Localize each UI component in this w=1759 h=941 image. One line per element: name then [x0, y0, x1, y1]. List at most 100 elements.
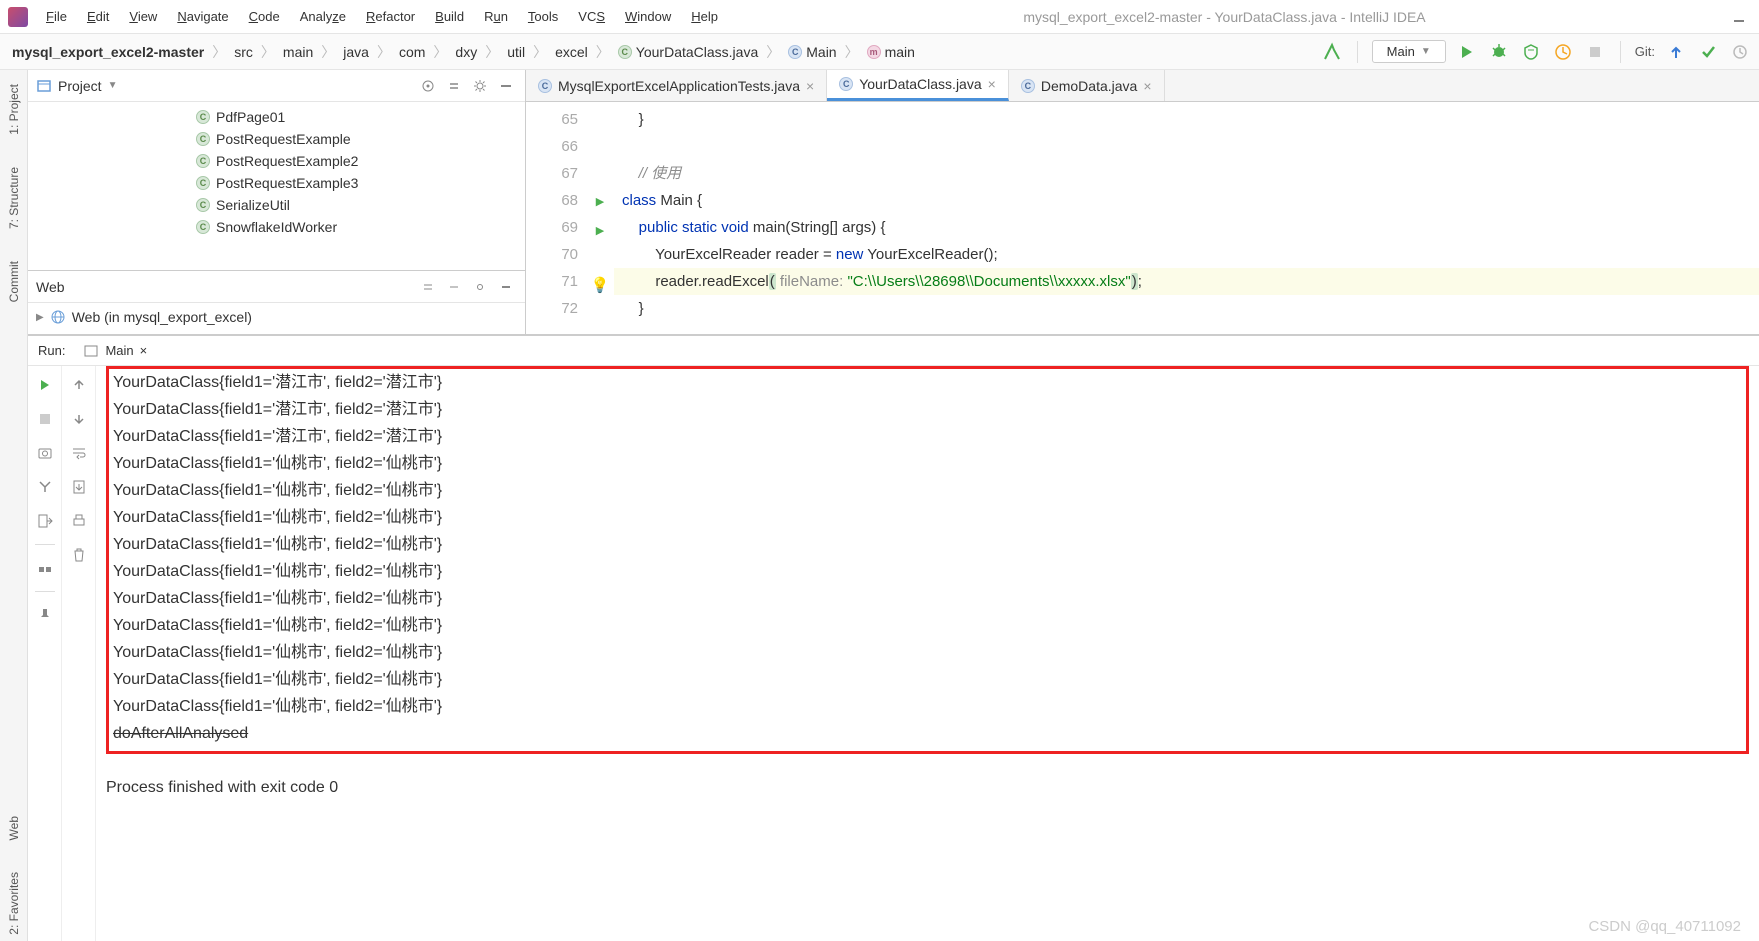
debug-button[interactable] [1488, 41, 1510, 63]
rail-project[interactable]: 1: Project [7, 78, 21, 141]
minimize-button[interactable] [1727, 5, 1751, 29]
menu-build[interactable]: Build [427, 5, 472, 28]
tree-item[interactable]: CPdfPage01 [188, 106, 525, 128]
expand-all-icon[interactable] [443, 75, 465, 97]
rail-favorites[interactable]: 2: Favorites [7, 866, 21, 941]
tree-item[interactable]: CPostRequestExample2 [188, 150, 525, 172]
tree-item[interactable]: CPostRequestExample [188, 128, 525, 150]
locate-icon[interactable] [417, 75, 439, 97]
rerun-button[interactable] [34, 374, 56, 396]
settings-icon[interactable] [469, 276, 491, 298]
crumb-util[interactable]: util [503, 42, 529, 62]
git-history-icon[interactable] [1729, 41, 1751, 63]
run-output[interactable]: YourDataClass{field1='潜江市', field2='潜江市'… [96, 366, 1759, 941]
tree-item-label: PostRequestExample [216, 131, 351, 147]
method-icon: m [867, 45, 881, 59]
menu-refactor[interactable]: Refactor [358, 5, 423, 28]
git-label: Git: [1635, 44, 1655, 59]
menu-tools[interactable]: Tools [520, 5, 566, 28]
down-icon[interactable] [68, 408, 90, 430]
close-icon[interactable]: × [806, 78, 814, 94]
clear-icon[interactable] [68, 544, 90, 566]
rail-web[interactable]: Web [7, 810, 21, 846]
run-config-tab[interactable]: Main × [75, 341, 155, 361]
build-icon[interactable] [1321, 41, 1343, 63]
hide-panel-icon[interactable] [495, 75, 517, 97]
tree-item[interactable]: CPostRequestExample3 [188, 172, 525, 194]
project-tree[interactable]: CPdfPage01CPostRequestExampleCPostReques… [28, 102, 525, 270]
layout-icon[interactable] [34, 476, 56, 498]
exit-icon[interactable] [34, 510, 56, 532]
menu-code[interactable]: Code [241, 5, 288, 28]
class-icon: C [196, 198, 210, 212]
editor-tab[interactable]: CMysqlExportExcelApplicationTests.java× [526, 70, 827, 101]
collapse-icon[interactable] [443, 276, 465, 298]
gutter-icons: ▶ ▶ 💡 [586, 102, 614, 334]
menu-file[interactable]: File [38, 5, 75, 28]
editor-tab[interactable]: CYourDataClass.java× [827, 70, 1009, 101]
menu-view[interactable]: View [121, 5, 165, 28]
run-config-name: Main [105, 343, 133, 358]
crumb-main[interactable]: main [279, 42, 317, 62]
screenshot-icon[interactable] [34, 442, 56, 464]
coverage-button[interactable] [1520, 41, 1542, 63]
crumb-src[interactable]: src [230, 42, 257, 62]
dump-icon[interactable] [34, 557, 56, 579]
menu-navigate[interactable]: Navigate [169, 5, 236, 28]
crumb-excel[interactable]: excel [551, 42, 592, 62]
menu-run[interactable]: Run [476, 5, 516, 28]
class-icon: C [538, 79, 552, 93]
web-panel-title: Web [36, 279, 65, 295]
menu-analyze[interactable]: Analyze [292, 5, 354, 28]
output-line: YourDataClass{field1='仙桃市', field2='仙桃市'… [113, 477, 1742, 504]
run-config-label: Main [1387, 44, 1415, 59]
close-icon[interactable]: × [140, 343, 148, 358]
web-tree-item[interactable]: ▶ Web (in mysql_export_excel) [36, 307, 517, 327]
git-commit-icon[interactable] [1697, 41, 1719, 63]
menu-help[interactable]: Help [683, 5, 726, 28]
expand-icon[interactable] [417, 276, 439, 298]
crumb-dxy[interactable]: dxy [451, 42, 481, 62]
stop-button[interactable] [1584, 41, 1606, 63]
rail-structure[interactable]: 7: Structure [7, 161, 21, 235]
stop-button[interactable] [34, 408, 56, 430]
git-pull-icon[interactable] [1665, 41, 1687, 63]
scroll-icon[interactable] [68, 476, 90, 498]
pin-icon[interactable] [34, 604, 56, 626]
crumb-file[interactable]: CYourDataClass.java [614, 42, 762, 62]
print-icon[interactable] [68, 510, 90, 532]
settings-icon[interactable] [469, 75, 491, 97]
run-toolbar-right [62, 366, 96, 941]
profile-button[interactable] [1552, 41, 1574, 63]
close-icon[interactable]: × [988, 76, 996, 92]
run-config-selector[interactable]: Main ▼ [1372, 40, 1446, 63]
crumb-method[interactable]: mmain [863, 42, 919, 62]
crumb-class[interactable]: CMain [784, 42, 840, 62]
menu-window[interactable]: Window [617, 5, 679, 28]
web-panel-header: Web [28, 271, 525, 303]
hide-icon[interactable] [495, 276, 517, 298]
tree-item[interactable]: CSnowflakeIdWorker [188, 216, 525, 238]
close-icon[interactable]: × [1143, 78, 1151, 94]
crumb-root[interactable]: mysql_export_excel2-master [8, 42, 208, 62]
run-gutter-icon[interactable]: ▶ [596, 196, 604, 208]
app-icon [83, 343, 99, 359]
code-content[interactable]: } // 使用class Main { public static void m… [614, 102, 1759, 334]
chevron-down-icon[interactable]: ▼ [108, 80, 118, 91]
editor-body[interactable]: 6566676869707172 ▶ ▶ 💡 } // 使用class Main … [526, 102, 1759, 334]
web-item-label: Web (in mysql_export_excel) [72, 309, 252, 325]
run-gutter-icon[interactable]: ▶ [596, 225, 604, 237]
run-button[interactable] [1456, 41, 1478, 63]
up-icon[interactable] [68, 374, 90, 396]
bulb-icon[interactable]: 💡 [591, 277, 610, 294]
menu-vcs[interactable]: VCS [570, 5, 613, 28]
line-gutter[interactable]: 6566676869707172 [526, 102, 586, 334]
rail-commit[interactable]: Commit [7, 255, 21, 308]
crumb-com[interactable]: com [395, 42, 429, 62]
wrap-icon[interactable] [68, 442, 90, 464]
tree-item[interactable]: CSerializeUtil [188, 194, 525, 216]
editor-tab[interactable]: CDemoData.java× [1009, 70, 1165, 101]
output-line: doAfterAllAnalysed [113, 720, 1742, 747]
menu-edit[interactable]: Edit [79, 5, 117, 28]
crumb-java[interactable]: java [339, 42, 373, 62]
